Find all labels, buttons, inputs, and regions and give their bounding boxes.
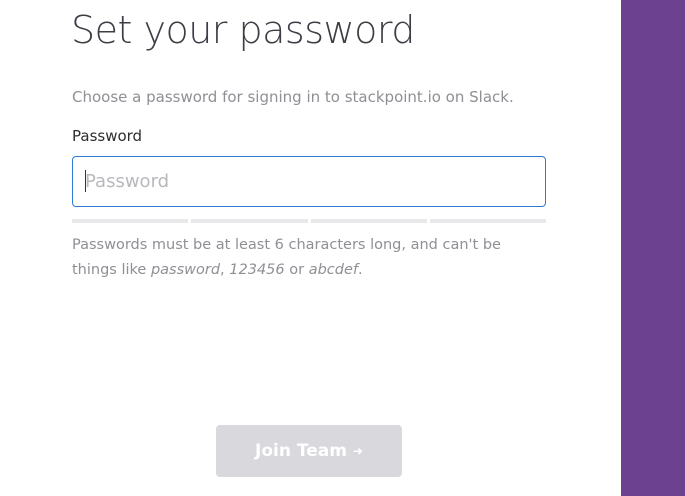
strength-segment	[429, 219, 546, 223]
hint-example-numbers: 123456	[229, 262, 285, 278]
sidebar-accent-panel	[621, 0, 685, 496]
join-team-label: Join Team	[255, 441, 347, 461]
strength-segment	[72, 219, 189, 223]
arrow-right-icon: ➜	[352, 444, 363, 458]
hint-suffix: .	[357, 262, 363, 278]
hint-separator: ,	[220, 262, 230, 278]
password-strength-meter	[72, 219, 546, 223]
page-title: Set your password	[71, 8, 415, 52]
hint-example-letters: abcdef	[308, 262, 358, 278]
strength-segment	[191, 219, 308, 223]
subtitle: Choose a password for signing in to stac…	[72, 88, 514, 106]
password-hint: Passwords must be at least 6 characters …	[72, 233, 542, 283]
set-password-page: Set your password Choose a password for …	[0, 0, 685, 496]
hint-example-password: password	[150, 262, 221, 278]
text-caret	[85, 170, 86, 192]
password-label: Password	[72, 127, 143, 145]
strength-segment	[310, 219, 427, 223]
hint-separator: or	[284, 262, 309, 278]
join-team-button[interactable]: Join Team ➜	[216, 425, 402, 477]
password-input[interactable]	[72, 156, 546, 207]
